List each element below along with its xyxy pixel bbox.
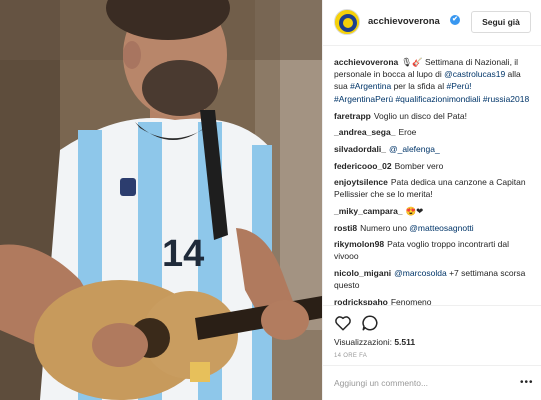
views-number: 5.511 bbox=[394, 337, 416, 347]
caption-hashtag[interactable]: #Argentina bbox=[350, 81, 391, 91]
comment-username[interactable]: faretrapp bbox=[334, 111, 371, 121]
comments-list[interactable]: acchievoverona 🎙🎸 Settimana di Nazionali,… bbox=[323, 47, 541, 305]
comment-username[interactable]: rikymolon98 bbox=[334, 239, 384, 249]
comment-username[interactable]: nicolo_migani bbox=[334, 268, 391, 278]
avatar[interactable] bbox=[334, 9, 360, 35]
caption-hashtag[interactable]: #ArgentinaPerù bbox=[334, 94, 393, 104]
comment-mention[interactable]: @_alefenga_ bbox=[389, 144, 440, 154]
post-caption: acchievoverona 🎙🎸 Settimana di Nazionali,… bbox=[334, 56, 532, 105]
add-comment-bar: ••• bbox=[323, 365, 541, 400]
caption-mention[interactable]: @castrolucas19 bbox=[444, 69, 505, 79]
caption-text: per la sfida al bbox=[391, 81, 447, 92]
post-side-panel: acchievoverona ✔ Segui già acchievoveron… bbox=[322, 0, 541, 400]
comment-username[interactable]: enjoytsilence bbox=[334, 177, 388, 187]
header-username[interactable]: acchievoverona bbox=[368, 16, 440, 27]
comment-bubble-icon[interactable] bbox=[361, 314, 379, 332]
comment-username[interactable]: silvadordali_ bbox=[334, 144, 386, 154]
post-video[interactable]: 14 bbox=[0, 0, 322, 400]
comment-item: enjoytsilence Pata dedica una canzone a C… bbox=[334, 176, 532, 200]
more-options-icon[interactable]: ••• bbox=[520, 378, 534, 388]
caption-hashtag[interactable]: #russia2018 bbox=[483, 94, 529, 104]
comment-text: Fenomeno bbox=[390, 296, 432, 305]
video-frame: 14 bbox=[0, 0, 322, 400]
comment-item: rikymolon98 Pata voglio troppo incontrart… bbox=[334, 238, 532, 262]
comment-username[interactable]: rosti8 bbox=[334, 223, 357, 233]
caption-username[interactable]: acchievoverona bbox=[334, 57, 398, 67]
caption-hashtag[interactable]: #Perù! bbox=[446, 81, 471, 91]
comment-username[interactable]: _andrea_sega_ bbox=[334, 127, 395, 137]
comment-username[interactable]: _miky_campara_ bbox=[334, 206, 403, 216]
post-actions: Visualizzazioni: 5.511 14 ORE FA bbox=[323, 305, 541, 373]
following-button[interactable]: Segui già bbox=[471, 11, 531, 33]
comment-item: faretrapp Voglio un disco del Pata! bbox=[334, 110, 532, 122]
heart-icon[interactable] bbox=[334, 314, 352, 332]
view-count: Visualizzazioni: 5.511 bbox=[334, 337, 415, 347]
views-label: Visualizzazioni: bbox=[334, 337, 395, 347]
comment-item: silvadordali_ @_alefenga_ bbox=[334, 143, 532, 155]
caption-hashtag[interactable]: #qualificazionimondiali bbox=[395, 94, 480, 104]
svg-text:14: 14 bbox=[162, 233, 204, 275]
comment-item: nicolo_migani @marcosolda +7 settimana sc… bbox=[334, 267, 532, 291]
post-timestamp[interactable]: 14 ORE FA bbox=[334, 353, 367, 359]
comment-item: federicooo_02 Bomber vero bbox=[334, 160, 532, 172]
comment-item: _andrea_sega_ Eroe bbox=[334, 126, 532, 138]
comment-text: Bomber vero bbox=[394, 160, 444, 171]
comment-item: rosti8 Numero uno @matteosagnotti bbox=[334, 222, 532, 234]
comment-item: _miky_campara_ 😍❤ bbox=[334, 205, 532, 217]
comment-text: Eroe bbox=[398, 127, 417, 138]
comment-text: Numero uno bbox=[360, 222, 410, 233]
comment-mention[interactable]: @matteosagnotti bbox=[409, 223, 473, 233]
comment-mention[interactable]: @marcosolda bbox=[394, 268, 447, 278]
comment-input[interactable] bbox=[334, 375, 509, 391]
post-header: acchievoverona ✔ Segui già bbox=[323, 0, 541, 46]
verified-badge-icon: ✔ bbox=[450, 15, 460, 25]
comment-text: Voglio un disco del Pata! bbox=[373, 110, 467, 121]
comment-username[interactable]: rodrickspaho bbox=[334, 297, 388, 305]
team-logo-icon bbox=[335, 10, 359, 34]
comment-text: 😍❤ bbox=[405, 205, 424, 216]
comment-item: rodrickspaho Fenomeno bbox=[334, 296, 532, 305]
comment-username[interactable]: federicooo_02 bbox=[334, 161, 392, 171]
